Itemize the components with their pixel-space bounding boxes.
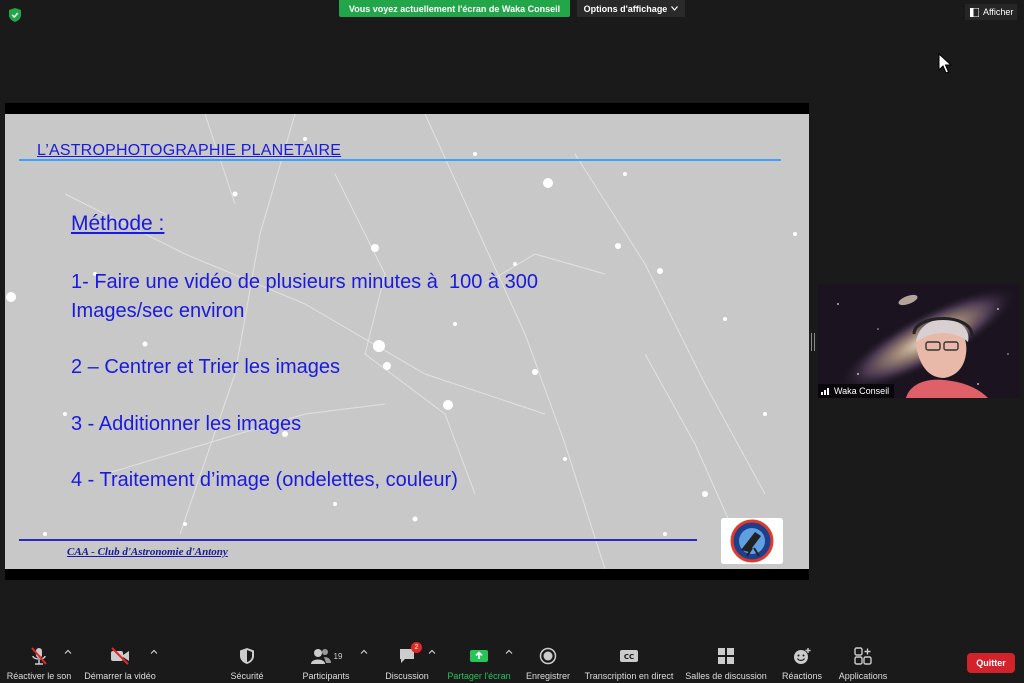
apps-button[interactable]: Applications (834, 640, 892, 683)
unmute-label: Réactiver le son (6, 671, 72, 681)
club-logo (721, 518, 783, 564)
participants-label: Participants (302, 671, 350, 681)
video-camera-off-icon (111, 647, 129, 665)
share-screen-button[interactable]: Partager l'écran (444, 640, 514, 683)
emoji-smile-icon (794, 648, 811, 664)
show-button-label: Afficher (983, 7, 1014, 17)
chevron-up-icon[interactable] (505, 648, 513, 656)
share-screen-icon (470, 650, 488, 662)
signal-strength-icon (821, 388, 829, 395)
chat-unread-badge: 2 (411, 642, 422, 653)
security-button[interactable]: Sécurité (222, 640, 272, 683)
slide-item-2: 2 – Centrer et Trier les images (71, 356, 340, 378)
participants-button[interactable]: 19 Participants (298, 640, 354, 683)
participant-video-tile[interactable]: Waka Conseil (818, 284, 1020, 398)
live-transcription-label: Transcription en direct (584, 671, 674, 681)
slide-footer: CAA - Club d'Astronomie d'Antony (67, 546, 228, 558)
chat-button[interactable]: 2 Discussion (384, 640, 430, 683)
slide-item-3: 3 - Additionner les images (71, 413, 302, 435)
slide-item-1-continued: Images/sec environ (71, 300, 245, 322)
closed-captions-icon: CC (620, 650, 638, 662)
slide-item-1: 1- Faire une vidéo de plusieurs minutes … (71, 271, 538, 293)
chevron-up-icon[interactable] (428, 648, 436, 656)
microphone-muted-icon (31, 647, 47, 665)
record-label: Enregistrer (525, 671, 570, 681)
show-panel-button[interactable]: Afficher (965, 4, 1017, 20)
view-options-button[interactable]: Options d'affichage (577, 0, 685, 17)
unmute-button[interactable]: Réactiver le son (4, 640, 74, 683)
video-feed (818, 284, 1020, 398)
share-status-banner: Vous voyez actuellement l'écran de Waka … (339, 0, 570, 17)
record-button[interactable]: Enregistrer (524, 640, 572, 683)
breakout-rooms-label: Salles de discussion (685, 671, 767, 681)
presentation-slide: L’ASTROPHOTOGRAPHIE PLANETAIRE Méthode :… (5, 114, 809, 569)
record-icon (539, 647, 557, 665)
participants-count: 19 (333, 651, 343, 661)
participant-name-tag: Waka Conseil (818, 384, 895, 398)
slide-item-4: 4 - Traitement d’image (ondelettes, coul… (71, 469, 458, 491)
security-shield-icon[interactable] (9, 8, 21, 22)
panel-resize-handle[interactable] (811, 333, 815, 351)
participant-name: Waka Conseil (834, 386, 890, 396)
sidebar-icon (970, 7, 979, 17)
chat-label: Discussion (385, 671, 429, 681)
reactions-button[interactable]: Réactions (778, 640, 826, 683)
reactions-label: Réactions (781, 671, 823, 681)
slide-title: L’ASTROPHOTOGRAPHIE PLANETAIRE (37, 142, 342, 159)
footer-divider (19, 539, 697, 541)
star-map-background (6, 114, 797, 569)
live-transcription-button[interactable]: CC Transcription en direct (582, 640, 676, 683)
apps-label: Applications (838, 671, 888, 681)
slide-heading: Méthode : (71, 212, 165, 235)
apps-icon (854, 647, 872, 665)
participants-icon (310, 649, 331, 664)
start-video-label: Démarrer la vidéo (84, 671, 156, 681)
chevron-up-icon[interactable] (150, 648, 158, 656)
meeting-toolbar: Réactiver le son Démarrer la vidéo Sécur… (0, 640, 1024, 683)
breakout-rooms-button[interactable]: Salles de discussion (684, 640, 768, 683)
svg-text:CC: CC (624, 653, 634, 661)
quit-button[interactable]: Quitter (967, 653, 1015, 673)
chevron-down-icon (671, 6, 679, 11)
share-screen-label: Partager l'écran (447, 671, 511, 681)
title-underline (19, 159, 781, 161)
shield-icon (240, 648, 254, 664)
breakout-rooms-icon (718, 648, 734, 664)
security-label: Sécurité (230, 671, 264, 681)
mouse-cursor-icon (938, 53, 952, 74)
start-video-button[interactable]: Démarrer la vidéo (82, 640, 158, 683)
view-options-label: Options d'affichage (583, 3, 668, 14)
chevron-up-icon[interactable] (360, 648, 368, 656)
chevron-up-icon[interactable] (64, 648, 72, 656)
